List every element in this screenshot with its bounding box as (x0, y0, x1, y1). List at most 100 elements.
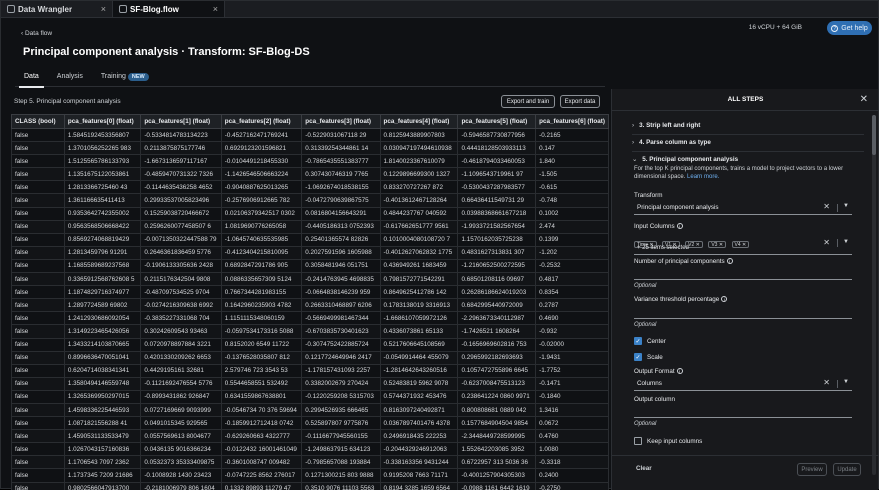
table-cell: false (11, 468, 65, 483)
table-cell: 0.4429195161 32681 (140, 363, 222, 378)
table-cell: 0.030947197494610938 (379, 141, 459, 156)
clear-icon[interactable]: ✕ (823, 238, 830, 247)
table-row: false 1.2412930686092054 -0.3835227331068 … (11, 311, 609, 326)
table-cell: 0.52483819 5962 9078 (379, 376, 459, 391)
learn-more-link[interactable]: Learn more. (687, 174, 719, 180)
scale-checkbox[interactable]: ✓ Scale (634, 353, 663, 361)
step-pca[interactable]: ⌄ 5. Principal component analysis (632, 156, 738, 163)
table-cell: 0.2663310468897 6206 (301, 298, 381, 313)
table-cell: false (11, 258, 65, 274)
close-icon[interactable]: × (101, 4, 106, 14)
table-row: false 1.2813366725460 43 -0.1144635436258 … (11, 180, 609, 195)
export-data-button[interactable]: Export data (560, 95, 600, 108)
column-header[interactable]: pca_features[4] (float) (379, 114, 459, 129)
output-format-select[interactable]: Columns ✕ ▼ (634, 377, 852, 391)
table-row: false 1.3265369950297015 -0.8993431862 926… (11, 389, 609, 404)
table-row: false 0.9563568506668422 0.259626007745850… (11, 219, 609, 234)
table-cell: 0.833270727267 872 (379, 180, 459, 195)
check-icon[interactable]: ✓ (634, 353, 642, 361)
table-cell: 1.3701056252265 983 (63, 141, 142, 156)
table-row: false 0.3365912568762608 5 0.2115176342504… (11, 272, 609, 287)
optional-hint: Optional (634, 421, 657, 427)
table-cell: 0.6204714038341341 (63, 363, 142, 378)
table-cell: false (11, 429, 65, 444)
info-icon[interactable]: i (726, 258, 733, 265)
tab-data[interactable]: Data (15, 71, 48, 88)
variance-threshold-input[interactable] (634, 306, 852, 319)
divider (632, 151, 864, 152)
table-row: false 1.5125565786133793 -1.66731365971171… (11, 154, 609, 169)
tab-training[interactable]: Training NEW (92, 71, 158, 87)
breadcrumb[interactable]: ‹ Data flow (21, 30, 52, 37)
table-cell: false (11, 285, 65, 300)
tab-data-wrangler[interactable]: Data Wrangler × (1, 1, 113, 17)
num-components-input[interactable] (634, 267, 852, 280)
table-cell: 0.2115176342504 9808 (140, 272, 222, 287)
clear-icon[interactable]: ✕ (823, 378, 830, 387)
column-chip[interactable]: V4 ✕ (731, 241, 750, 248)
checkbox-box[interactable] (634, 437, 642, 445)
info-icon[interactable]: i (676, 223, 683, 230)
table-cell: 0.2400 (535, 468, 609, 483)
flow-icon (119, 5, 127, 14)
column-header[interactable]: CLASS (bool) (11, 114, 65, 129)
step-parse-column[interactable]: › 4. Parse column as type (632, 139, 711, 146)
tab-analysis[interactable]: Analysis (48, 71, 92, 87)
chevron-down-icon[interactable]: ▼ (843, 379, 849, 385)
table-cell: 0.307430746319 7765 (301, 167, 381, 182)
table-cell: 0.31339254344861 14 (301, 141, 381, 156)
tab-sf-blog-flow[interactable]: SF-Blog.flow × (113, 1, 225, 17)
wrangler-icon (7, 5, 15, 14)
center-label: Center (647, 337, 666, 345)
step-description: For the top K principal components, trai… (634, 165, 860, 181)
check-icon[interactable]: ✓ (634, 337, 642, 345)
table-cell: 1.1685589689237568 (63, 258, 142, 274)
close-icon[interactable]: × (213, 4, 218, 14)
clear-icon[interactable]: ✕ (823, 202, 830, 211)
transform-select[interactable]: Principal component analysis ✕ ▼ (634, 201, 852, 215)
table-cell: 1.2813459796 91291 (63, 245, 142, 260)
info-icon[interactable]: i (721, 296, 728, 303)
clear-button[interactable]: Clear (636, 465, 652, 472)
scroll-thumb[interactable] (872, 115, 876, 155)
table-cell: 1.1570162035725238 (457, 232, 537, 247)
data-table[interactable]: CLASS (bool) pca_features[0] (float) pca_f… (11, 114, 609, 490)
table-cell: 0.0436135 9016366234 (140, 442, 222, 457)
export-and-train-button[interactable]: Export and train (501, 95, 555, 108)
update-button[interactable]: Update (833, 463, 861, 476)
table-cell: 1.2813366725460 43 (63, 180, 142, 195)
panel-scrollbar[interactable] (872, 115, 876, 475)
table-cell: 0.1642960235903 4782 (220, 298, 303, 313)
column-header[interactable]: pca_features[0] (float) (63, 114, 142, 129)
column-header[interactable]: pca_features[5] (float) (457, 114, 537, 129)
column-header[interactable]: pca_features[6] (float) (535, 114, 609, 129)
table-cell: -0.1144635436258 4652 (140, 180, 222, 195)
keep-input-checkbox[interactable]: Keep input columns (634, 437, 702, 445)
input-columns-select[interactable]: Time ✕ V1 ✕ V2 ✕ V3 ✕ V4 ✕ + 25 items se… (634, 233, 852, 255)
table-row: false 1.3433214103870665 0.0720978897884 3… (11, 337, 609, 352)
table-cell: -0.0472790639867575 (301, 193, 381, 208)
table-cell: 0.4844237767 040592 (379, 206, 459, 221)
table-cell: -0.4013612467128264 (379, 193, 459, 208)
table-cell: -1.7426521 1608264 (457, 324, 537, 339)
output-column-input[interactable] (634, 405, 852, 418)
table-row: false 1.3701056252265 983 0.21138758751777… (11, 141, 609, 156)
center-checkbox[interactable]: ✓ Center (634, 337, 666, 345)
table-cell: -0.5946587730877956 (457, 127, 537, 143)
column-chip[interactable]: V3 ✕ (708, 241, 727, 248)
table-cell: false (11, 455, 65, 470)
chevron-down-icon[interactable]: ▼ (843, 239, 849, 245)
chevron-down-icon[interactable]: ▼ (843, 203, 849, 209)
step-strip-left-right[interactable]: › 3. Strip left and right (632, 122, 700, 129)
preview-button[interactable]: Preview (797, 463, 827, 476)
table-cell: 0.4201330209262 6653 (140, 350, 222, 365)
column-header[interactable]: pca_features[1] (float) (140, 114, 222, 129)
table-cell: 0.0672 (535, 416, 609, 431)
get-help-button[interactable]: ? Get help (827, 21, 872, 35)
close-icon[interactable]: ✕ (860, 94, 868, 105)
info-icon[interactable]: i (676, 368, 683, 375)
table-cell: 1.361166635411413 (63, 193, 142, 208)
column-header[interactable]: pca_features[2] (float) (220, 114, 303, 129)
column-header[interactable]: pca_features[3] (float) (301, 114, 381, 129)
input-columns-label: Input Columns i (634, 223, 683, 230)
